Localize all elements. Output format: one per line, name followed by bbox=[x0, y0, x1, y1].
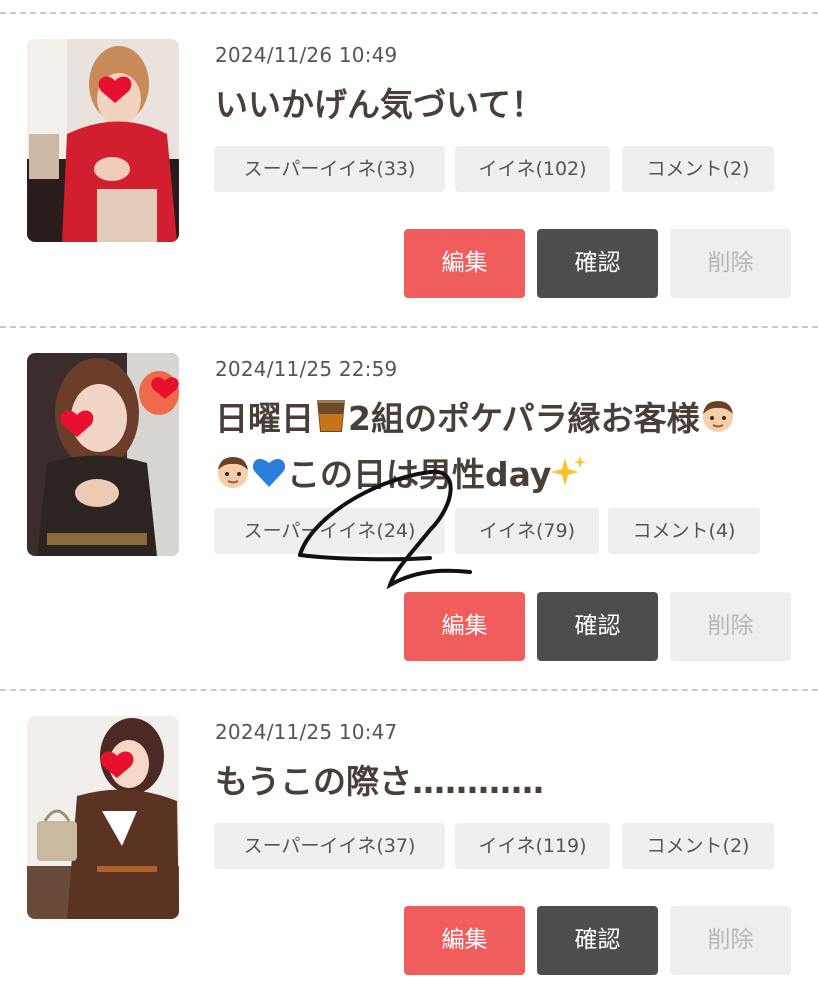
sparkles-emoji bbox=[551, 453, 587, 505]
boy-emoji bbox=[700, 397, 736, 449]
comment-tag[interactable]: コメント(2) bbox=[622, 146, 774, 192]
comment-tag[interactable]: コメント(2) bbox=[622, 823, 774, 869]
photo-image bbox=[27, 716, 179, 919]
divider-top bbox=[0, 12, 818, 14]
boy-emoji bbox=[215, 453, 251, 505]
comment-tag[interactable]: コメント(4) bbox=[608, 508, 760, 554]
post-date: 2024/11/25 22:59 bbox=[215, 357, 398, 381]
post-photo-thumbnail[interactable] bbox=[27, 39, 179, 242]
edit-button[interactable]: 編集 bbox=[404, 592, 525, 661]
delete-button[interactable]: 削除 bbox=[670, 592, 791, 661]
post-date: 2024/11/25 10:47 bbox=[215, 720, 398, 744]
photo-image bbox=[27, 353, 179, 556]
post-title[interactable]: いいかげん気づいて！ bbox=[215, 80, 795, 130]
like-tag[interactable]: イイネ(79) bbox=[455, 508, 599, 554]
post-photo-thumbnail[interactable] bbox=[27, 353, 179, 556]
confirm-button[interactable]: 確認 bbox=[537, 906, 658, 975]
divider bbox=[0, 326, 818, 328]
divider bbox=[0, 689, 818, 691]
post-title-part: 日曜日 bbox=[215, 399, 314, 438]
like-tag[interactable]: イイネ(119) bbox=[455, 823, 610, 869]
post-photo-thumbnail[interactable] bbox=[27, 716, 179, 919]
post-title-part: この日は男性day bbox=[287, 455, 552, 494]
super-like-tag[interactable]: スーパーイイネ(37) bbox=[214, 823, 445, 869]
confirm-button[interactable]: 確認 bbox=[537, 592, 658, 661]
whisky-glass-emoji bbox=[314, 397, 348, 449]
delete-button[interactable]: 削除 bbox=[670, 229, 791, 298]
super-like-tag[interactable]: スーパーイイネ(24) bbox=[214, 508, 445, 554]
post-date: 2024/11/26 10:49 bbox=[215, 43, 398, 67]
post-title[interactable]: もうこの際さ………… bbox=[215, 757, 795, 807]
super-like-tag[interactable]: スーパーイイネ(33) bbox=[214, 146, 445, 192]
blue-heart-emoji bbox=[251, 453, 287, 505]
edit-button[interactable]: 編集 bbox=[404, 906, 525, 975]
confirm-button[interactable]: 確認 bbox=[537, 229, 658, 298]
post-title[interactable]: 日曜日 2組のポケパラ縁お客様 この日は男性day bbox=[215, 393, 795, 505]
photo-image bbox=[27, 39, 179, 242]
like-tag[interactable]: イイネ(102) bbox=[455, 146, 610, 192]
post-title-part: 2組のポケパラ縁お客様 bbox=[348, 399, 700, 438]
delete-button[interactable]: 削除 bbox=[670, 906, 791, 975]
edit-button[interactable]: 編集 bbox=[404, 229, 525, 298]
